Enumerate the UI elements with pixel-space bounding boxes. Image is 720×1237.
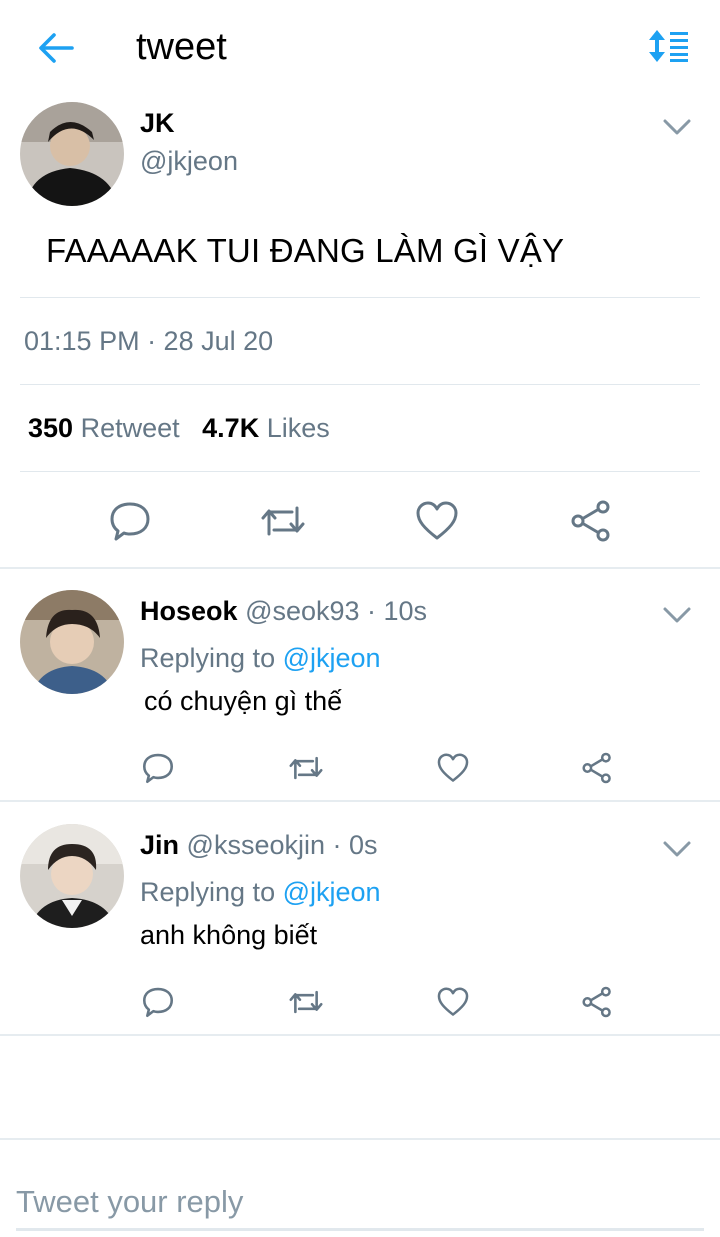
author-avatar[interactable] <box>20 102 124 206</box>
reply-header: Jin @ksseokjin · 0s <box>140 830 378 861</box>
heart-icon[interactable] <box>414 500 460 542</box>
retweet-icon[interactable] <box>287 986 325 1018</box>
tweet-timestamp: 01:15 PM · 28 Jul 20 <box>24 326 274 356</box>
reply-author-handle[interactable]: @seok93 · 10s <box>245 596 427 626</box>
replying-to-link[interactable]: @jkjeon <box>283 643 381 673</box>
reply-text: anh không biết <box>140 920 318 950</box>
composer-divider <box>0 1138 720 1140</box>
replying-to: Replying to @jkjeon <box>140 877 381 908</box>
chevron-down-icon[interactable] <box>662 605 692 625</box>
divider <box>20 384 700 385</box>
replying-to-link[interactable]: @jkjeon <box>283 877 381 907</box>
app-header: tweet <box>0 0 720 96</box>
chevron-down-icon[interactable] <box>662 839 692 859</box>
page-title: tweet <box>136 26 227 68</box>
reply-input[interactable]: Tweet your reply <box>16 1184 243 1220</box>
retweet-label[interactable]: Retweet <box>81 413 180 443</box>
divider <box>20 297 700 298</box>
divider <box>0 1034 720 1036</box>
share-icon[interactable] <box>568 498 614 544</box>
replying-prefix: Replying to <box>140 877 276 907</box>
retweet-count[interactable]: 350 <box>28 413 73 443</box>
share-icon[interactable] <box>580 751 614 785</box>
reply-author-name[interactable]: Hoseok <box>140 596 238 626</box>
chevron-down-icon[interactable] <box>662 117 692 137</box>
reply-text: có chuyện gì thế <box>144 686 343 716</box>
reply-header: Hoseok @seok93 · 10s <box>140 596 427 627</box>
reply-avatar[interactable] <box>20 824 124 928</box>
back-arrow-icon[interactable] <box>36 28 76 68</box>
sort-icon[interactable] <box>646 28 690 64</box>
tweet-stats: 350 Retweet 4.7K Likes <box>28 413 330 444</box>
author-name[interactable]: JK <box>140 108 175 139</box>
heart-icon[interactable] <box>436 752 470 784</box>
reply-icon[interactable] <box>141 752 175 784</box>
reply-icon[interactable] <box>108 500 152 542</box>
reply-author-name[interactable]: Jin <box>140 830 179 860</box>
divider <box>20 471 700 472</box>
heart-icon[interactable] <box>436 986 470 1018</box>
tweet-text: FAAAAAK TUI ĐANG LÀM GÌ VẬY <box>46 232 565 269</box>
divider <box>0 800 720 802</box>
author-handle[interactable]: @jkjeon <box>140 146 238 177</box>
replying-to: Replying to @jkjeon <box>140 643 381 674</box>
like-count[interactable]: 4.7K <box>202 413 259 443</box>
reply-avatar[interactable] <box>20 590 124 694</box>
replying-prefix: Replying to <box>140 643 276 673</box>
like-label[interactable]: Likes <box>267 413 330 443</box>
retweet-icon[interactable] <box>258 500 308 542</box>
reply-icon[interactable] <box>141 986 175 1018</box>
divider <box>0 567 720 569</box>
retweet-icon[interactable] <box>287 752 325 784</box>
share-icon[interactable] <box>580 985 614 1019</box>
reply-input-underline <box>16 1228 704 1231</box>
reply-author-handle[interactable]: @ksseokjin · 0s <box>187 830 378 860</box>
